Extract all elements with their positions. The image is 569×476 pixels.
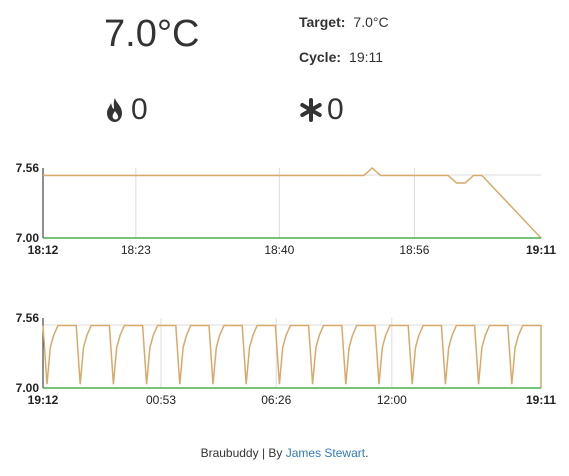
current-temperature: 7.0°C [104, 13, 200, 55]
temperature-line [42, 324, 542, 388]
author-link[interactable]: James Stewart [286, 446, 365, 460]
cooler-count: 0 [327, 93, 344, 126]
footer-separator: | By [258, 446, 286, 460]
cycle-value: 19:11 [349, 49, 384, 65]
x-tick-label: 18:40 [264, 243, 294, 257]
x-tick-label: 12:00 [377, 393, 407, 407]
x-tick-label: 19:11 [526, 393, 556, 407]
footer-brand: Braubuddy [200, 446, 259, 460]
cycle-row: Cycle: 19:11 [299, 49, 383, 65]
long-term-temperature-chart: 19:12 00:53 06:26 12:00 19:11 7.56 7.00 [16, 311, 557, 407]
target-value: 7.0°C [353, 14, 389, 30]
temperature-line [43, 166, 542, 239]
target-label: Target: [299, 14, 346, 30]
recent-temperature-chart: 18:12 18:23 18:40 18:56 19:11 7.56 7.00 [16, 161, 557, 257]
footer-end: . [365, 446, 369, 460]
heater-count: 0 [131, 93, 148, 126]
footer: Braubuddy | By James Stewart. [0, 446, 569, 460]
x-tick-label: 18:23 [121, 243, 151, 257]
target-row: Target: 7.0°C [299, 14, 389, 30]
x-tick-label: 00:53 [146, 393, 176, 407]
heater-status: 0 [104, 92, 148, 128]
x-tick-label: 18:12 [28, 243, 59, 257]
x-tick-label: 19:12 [28, 393, 59, 407]
cooler-status: 0 [300, 92, 344, 128]
y-tick-label: 7.00 [16, 231, 40, 245]
y-tick-label: 7.56 [16, 311, 40, 325]
x-tick-label: 06:26 [261, 393, 291, 407]
cycle-label: Cycle: [299, 49, 342, 65]
snowflake-icon [300, 98, 322, 122]
x-tick-label: 18:56 [399, 243, 429, 257]
y-tick-label: 7.56 [16, 161, 40, 175]
x-tick-label: 19:11 [526, 243, 556, 257]
flame-icon [107, 98, 122, 122]
y-tick-label: 7.00 [16, 381, 40, 395]
